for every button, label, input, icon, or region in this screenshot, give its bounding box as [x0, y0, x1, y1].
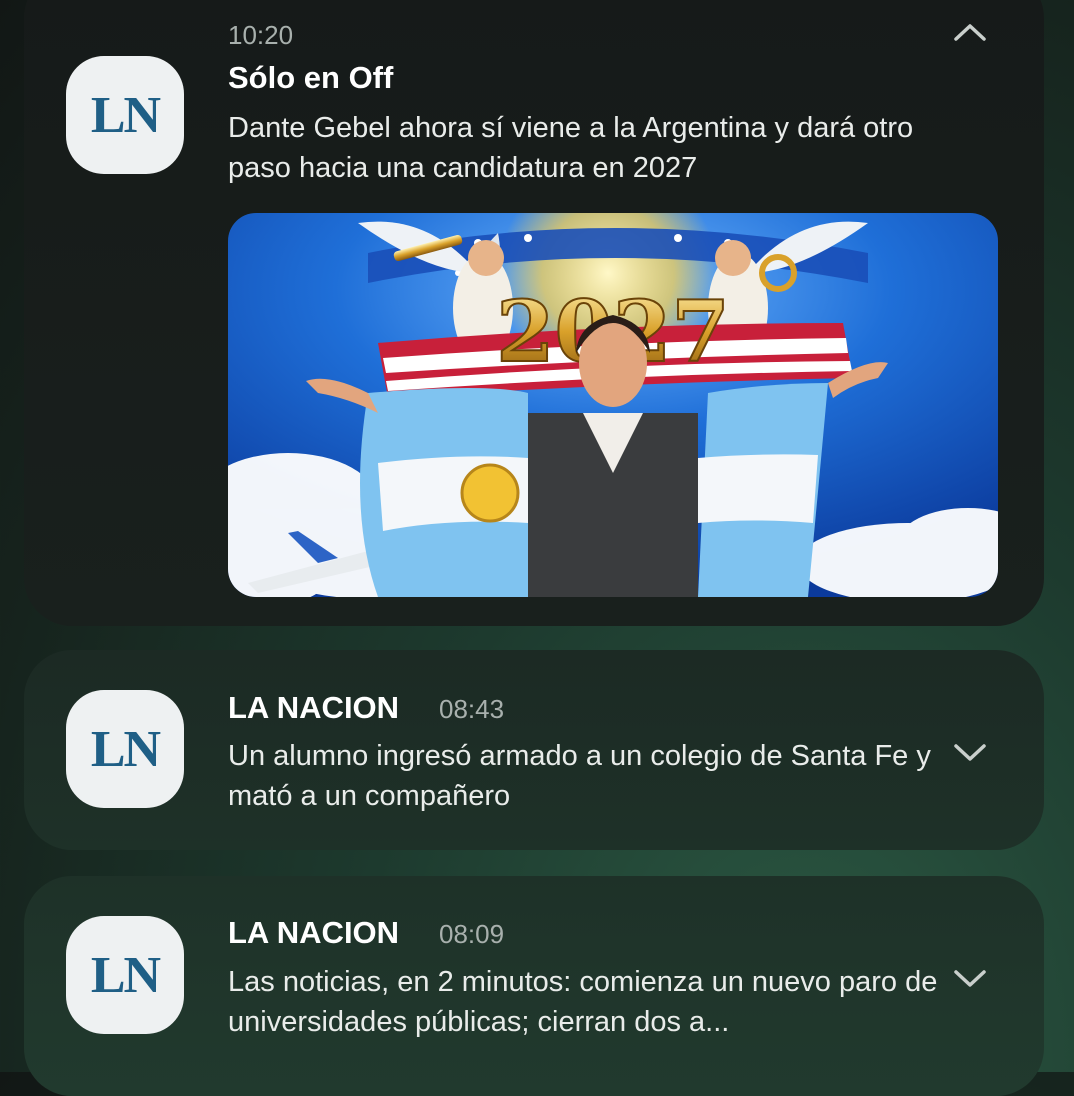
notification-app-name: LA NACION — [228, 690, 400, 725]
notification-shade: { "notifications": [ { "icon": "ln-logo"… — [0, 0, 1074, 1096]
notification-time: 08:09 — [439, 919, 505, 949]
notification-body: Dante Gebel ahora sí viene a la Argentin… — [228, 112, 914, 184]
ln-app-icon: LN — [66, 56, 184, 174]
notification-body: Las noticias, en 2 minutos: comienza un … — [228, 966, 938, 1038]
notification-time: 10:20 — [228, 20, 294, 50]
chevron-up-icon[interactable] — [950, 20, 990, 44]
notification-body: Un alumno ingresó armado a un colegio de… — [228, 740, 931, 812]
ln-app-icon: LN — [66, 690, 184, 808]
notification-card[interactable]: LN LA NACION 08:43 Un alumno ingresó arm… — [24, 650, 1044, 850]
chevron-down-icon[interactable] — [950, 740, 990, 764]
notification-app-name: LA NACION — [228, 915, 400, 950]
news-photo-illustration: 2027 — [228, 213, 998, 597]
ln-app-icon: LN — [66, 916, 184, 1034]
notification-title: Sólo en Off — [228, 60, 394, 95]
notification-image[interactable]: 2027 — [228, 213, 998, 597]
chevron-down-icon[interactable] — [950, 966, 990, 990]
notification-time: 08:43 — [439, 694, 505, 724]
notification-card-expanded[interactable]: LN 10:20 Sólo en Off Dante Gebel ahora s… — [24, 0, 1044, 626]
notification-card[interactable]: LN LA NACION 08:09 Las noticias, en 2 mi… — [24, 876, 1044, 1096]
